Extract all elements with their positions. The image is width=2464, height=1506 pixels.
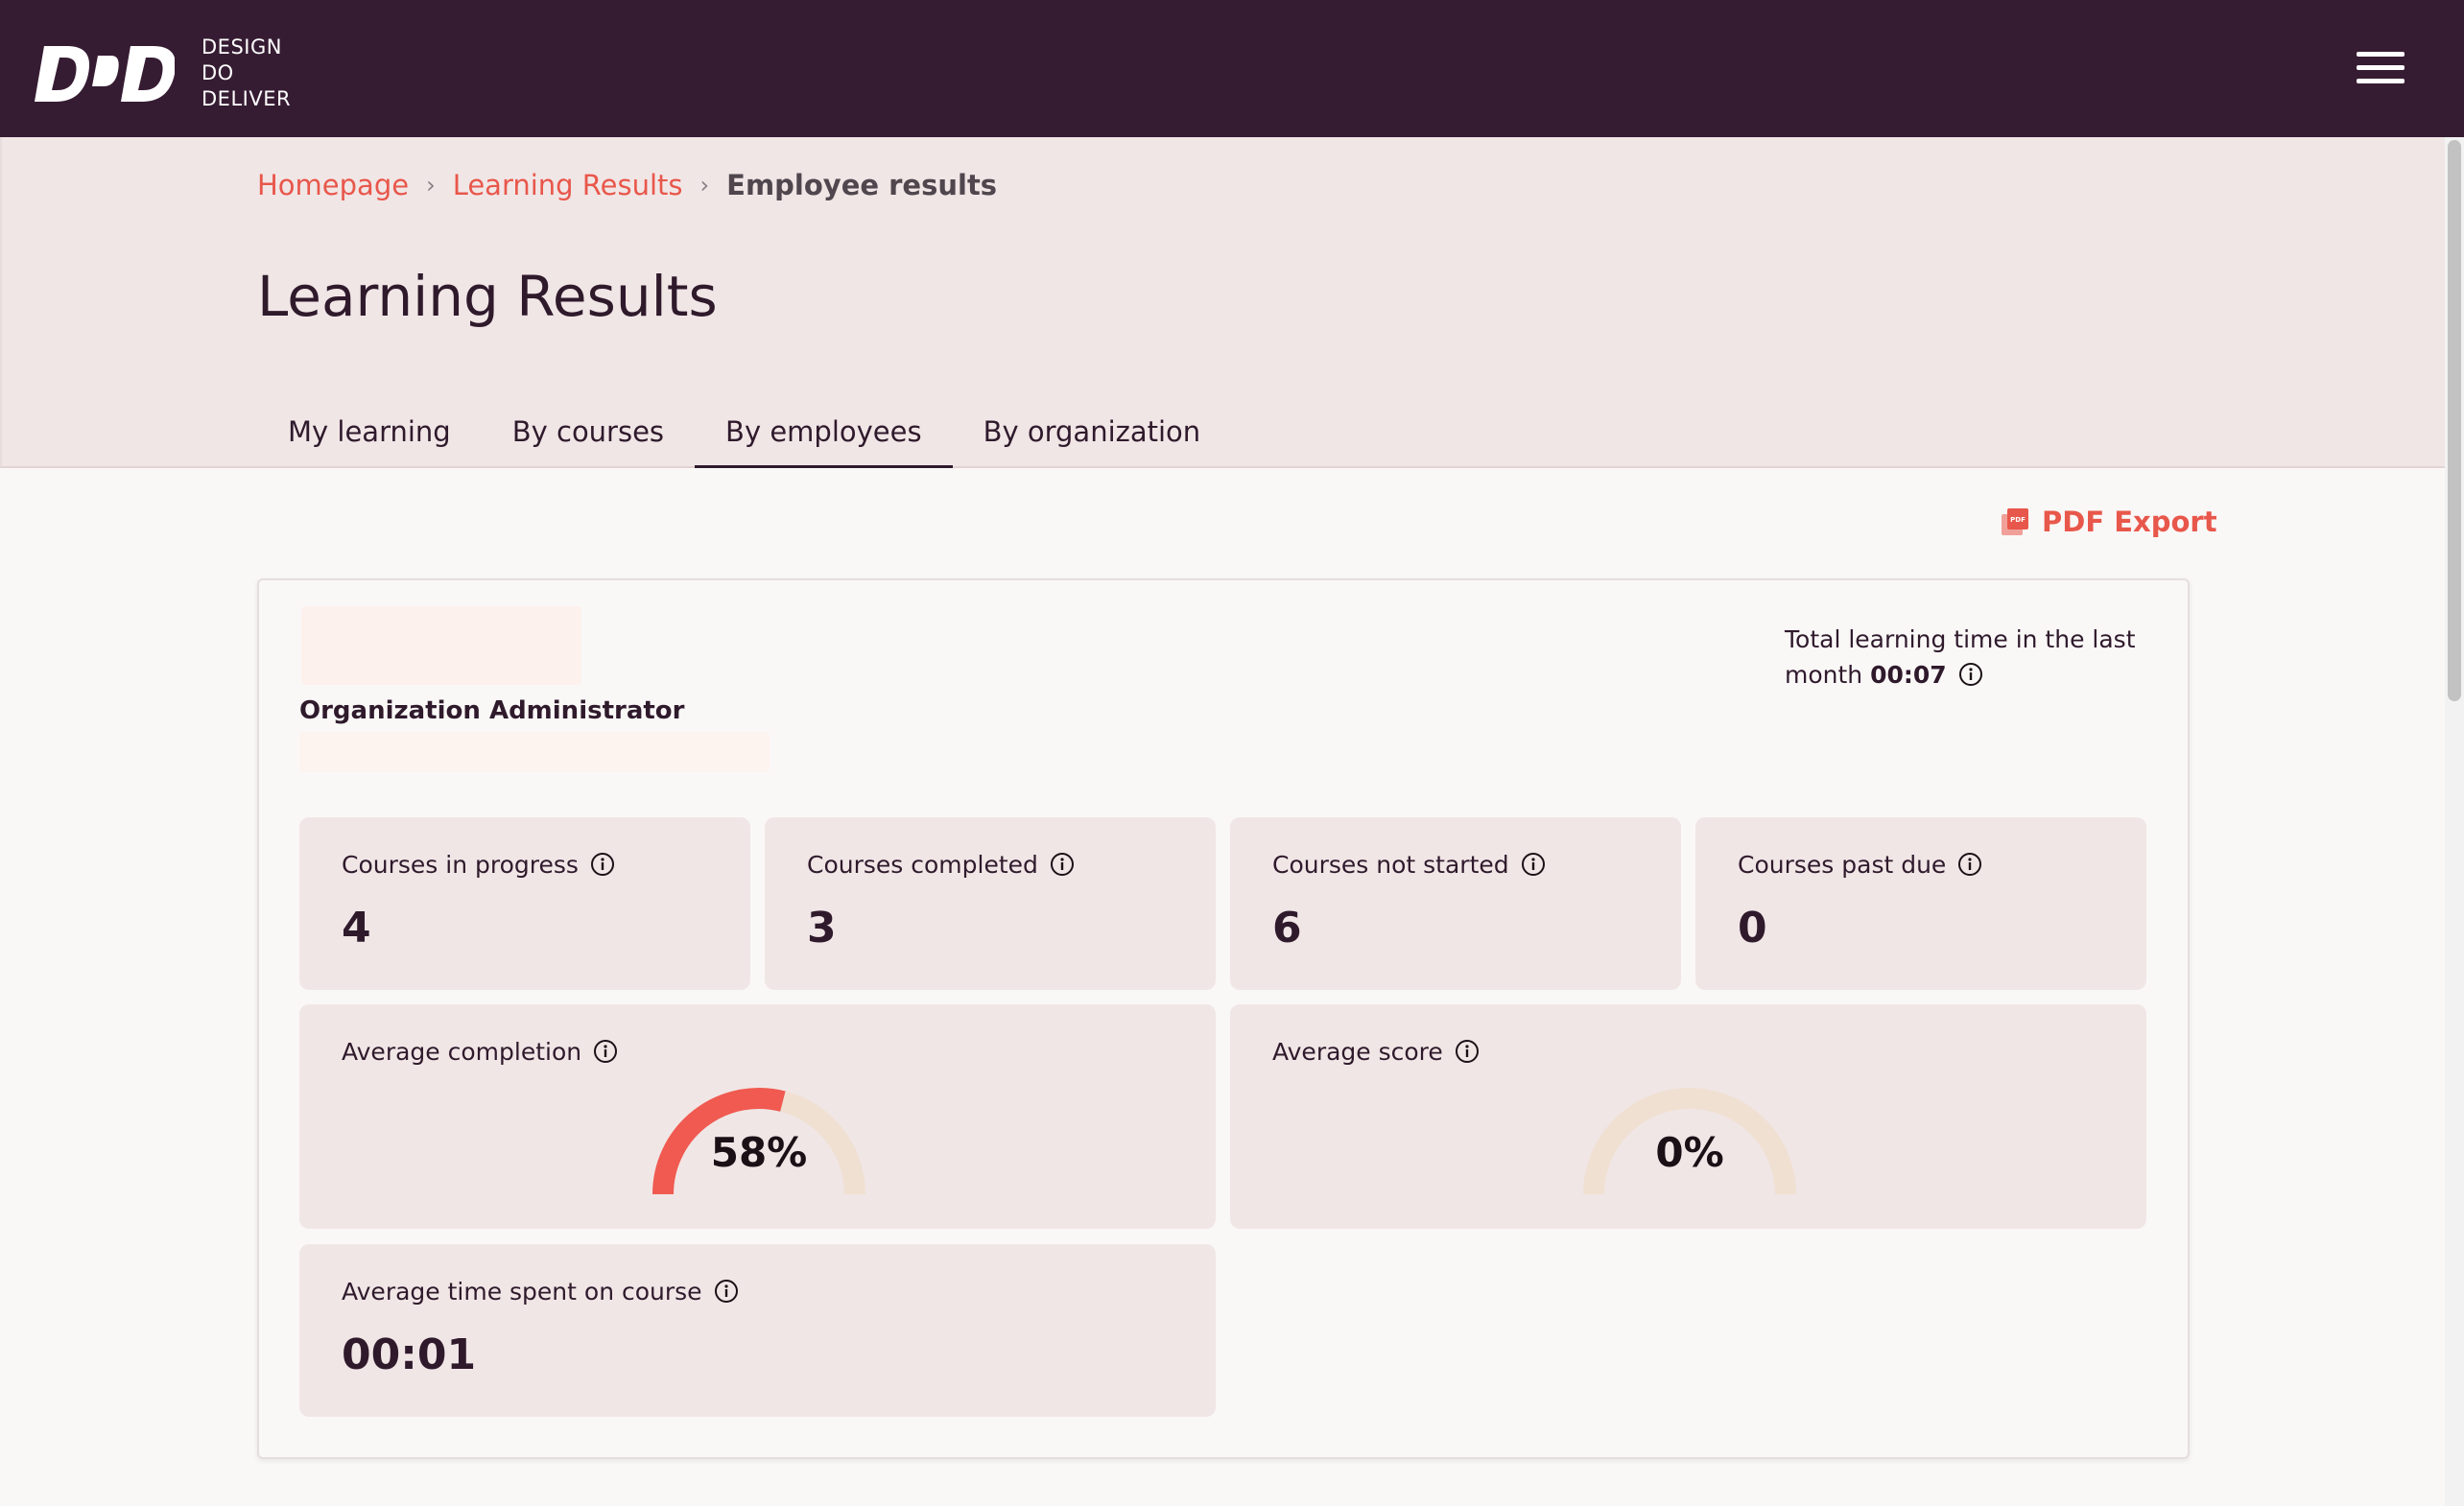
info-icon[interactable] (1958, 662, 1983, 687)
employee-role: Organization Administrator (299, 696, 685, 725)
stat-label: Average time spent on course (342, 1278, 702, 1306)
employee-name-placeholder (301, 606, 581, 685)
info-icon[interactable] (1050, 852, 1075, 877)
scrollbar-thumb[interactable] (2448, 140, 2461, 701)
breadcrumb-current: Employee results (726, 169, 998, 201)
top-bar: DESIGN DO DELIVER (0, 0, 2464, 137)
stat-value: 0 (1738, 904, 1767, 953)
gauge-label: Average completion (342, 1038, 582, 1066)
page-title: Learning Results (257, 264, 718, 329)
stat-label-wrap: Average time spent on course (342, 1278, 739, 1306)
info-icon[interactable] (590, 852, 615, 877)
logo[interactable]: DESIGN DO DELIVER (35, 35, 291, 112)
stat-courses-past-due: Courses past due 0 (1695, 817, 2146, 990)
pdf-export-button[interactable]: PDF PDF Export (2000, 506, 2217, 538)
gauge-value: 58% (710, 1129, 808, 1176)
score-gauge: 0% (1579, 1081, 1800, 1206)
stat-label: Courses in progress (342, 851, 579, 879)
stat-value: 3 (807, 904, 837, 953)
info-icon[interactable] (1455, 1039, 1480, 1064)
total-time-value: 00:07 (1870, 661, 1947, 689)
stat-label: Courses not started (1272, 851, 1509, 879)
logo-mark-icon (35, 45, 175, 102)
stat-label-wrap: Courses not started (1272, 851, 1546, 879)
stat-courses-completed: Courses completed 3 (765, 817, 1216, 990)
info-icon[interactable] (1957, 852, 1982, 877)
breadcrumb-chevron-icon: › (426, 172, 436, 199)
pdf-export-label: PDF Export (2042, 506, 2217, 538)
gauge-label: Average score (1272, 1038, 1443, 1066)
total-learning-time: Total learning time in the last month 00… (1785, 622, 2168, 693)
average-completion-card: Average completion 58% (299, 1004, 1216, 1229)
gauge-value: 0% (1655, 1129, 1724, 1176)
logo-line-design: DESIGN (201, 35, 282, 59)
tab-by-organization[interactable]: By organization (953, 403, 1232, 468)
info-icon[interactable] (593, 1039, 618, 1064)
tab-by-courses[interactable]: By courses (482, 403, 695, 468)
average-time-card: Average time spent on course 00:01 (299, 1244, 1216, 1417)
tab-bar: My learning By courses By employees By o… (257, 403, 1231, 468)
stat-value: 6 (1272, 904, 1302, 953)
info-icon[interactable] (714, 1279, 739, 1304)
hamburger-menu-icon[interactable] (2357, 50, 2406, 84)
stat-label-wrap: Courses completed (807, 851, 1075, 879)
stat-value: 00:01 (342, 1330, 477, 1379)
breadcrumb-chevron-icon: › (699, 172, 710, 199)
completion-gauge: 58% (649, 1081, 869, 1206)
tab-my-learning[interactable]: My learning (257, 403, 482, 468)
stat-label: Courses past due (1738, 851, 1947, 879)
breadcrumb: Homepage › Learning Results › Employee r… (257, 169, 997, 201)
stat-courses-not-started: Courses not started 6 (1230, 817, 1681, 990)
svg-text:PDF: PDF (2010, 516, 2026, 524)
breadcrumb-learning-results-link[interactable]: Learning Results (453, 169, 683, 201)
pdf-icon: PDF (2002, 508, 2028, 535)
logo-line-deliver: DELIVER (201, 87, 292, 110)
info-icon[interactable] (1521, 852, 1546, 877)
stat-value: 4 (342, 904, 371, 953)
stat-label-wrap: Courses past due (1738, 851, 1982, 879)
stat-courses-in-progress: Courses in progress 4 (299, 817, 750, 990)
logo-text: DESIGN DO DELIVER (201, 35, 291, 112)
average-score-card: Average score 0% (1230, 1004, 2146, 1229)
employee-email-placeholder (299, 732, 770, 772)
logo-line-do: DO (201, 61, 234, 84)
breadcrumb-homepage-link[interactable]: Homepage (257, 169, 409, 201)
tab-by-employees[interactable]: By employees (695, 403, 953, 468)
stat-label-wrap: Courses in progress (342, 851, 615, 879)
stat-label-wrap: Average completion (342, 1038, 618, 1066)
stat-label-wrap: Average score (1272, 1038, 1480, 1066)
stat-label: Courses completed (807, 851, 1038, 879)
